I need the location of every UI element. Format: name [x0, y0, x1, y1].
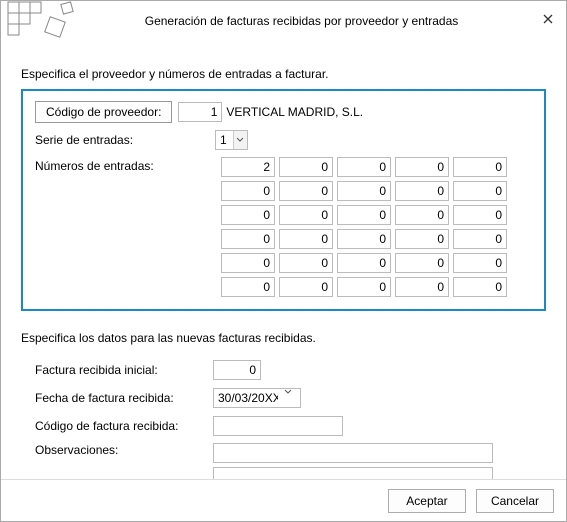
entry-number-input[interactable] [337, 157, 391, 177]
invoice-date-label: Fecha de factura recibida: [35, 391, 213, 405]
entries-label: Números de entradas: [35, 157, 215, 173]
serie-dropdown[interactable]: 1 [215, 130, 248, 150]
entry-number-input[interactable] [221, 253, 275, 273]
entry-number-input[interactable] [337, 277, 391, 297]
entry-number-input[interactable] [395, 205, 449, 225]
entry-number-input[interactable] [395, 181, 449, 201]
entry-number-input[interactable] [221, 157, 275, 177]
invoice-date-field[interactable] [213, 388, 301, 408]
content-area: Especifica el proveedor y números de ent… [1, 41, 566, 503]
provider-instruction: Especifica el proveedor y números de ent… [21, 67, 546, 81]
cancel-button[interactable]: Cancelar [476, 489, 554, 513]
entry-number-input[interactable] [337, 229, 391, 249]
entry-number-input[interactable] [337, 205, 391, 225]
invoice-code-label: Código de factura recibida: [35, 419, 213, 433]
provider-code-button[interactable]: Código de proveedor: [35, 101, 172, 123]
chevron-down-icon[interactable] [284, 389, 300, 407]
entry-number-input[interactable] [221, 205, 275, 225]
entry-number-input[interactable] [395, 277, 449, 297]
serie-value: 1 [216, 131, 233, 149]
entry-number-input[interactable] [221, 181, 275, 201]
entry-number-input[interactable] [453, 253, 507, 273]
dialog-title: Generación de facturas recibidas por pro… [77, 14, 556, 28]
initial-invoice-input[interactable] [213, 360, 261, 380]
app-icon [7, 1, 77, 41]
entry-number-input[interactable] [279, 157, 333, 177]
close-button[interactable] [536, 7, 560, 31]
provider-frame: Código de proveedor: VERTICAL MADRID, S.… [21, 89, 546, 311]
invoice-instruction: Especifica los datos para las nuevas fac… [21, 331, 546, 345]
entry-number-input[interactable] [453, 157, 507, 177]
ok-button[interactable]: Aceptar [388, 489, 466, 513]
initial-invoice-label: Factura recibida inicial: [35, 363, 213, 377]
dialog-footer: Aceptar Cancelar [1, 479, 566, 521]
observations-label: Observaciones: [35, 443, 213, 457]
invoice-date-input[interactable] [214, 389, 284, 407]
close-icon [543, 11, 553, 27]
entry-number-input[interactable] [279, 181, 333, 201]
provider-code-button-label: Código de proveedor: [46, 105, 161, 119]
entry-number-input[interactable] [221, 277, 275, 297]
serie-label: Serie de entradas: [35, 133, 215, 147]
entry-number-input[interactable] [453, 205, 507, 225]
entry-number-input[interactable] [395, 253, 449, 273]
entry-number-input[interactable] [395, 157, 449, 177]
entry-number-input[interactable] [453, 229, 507, 249]
entry-number-input[interactable] [279, 277, 333, 297]
invoice-code-input[interactable] [213, 416, 343, 436]
observations-input-1[interactable] [213, 443, 493, 463]
entry-number-input[interactable] [453, 181, 507, 201]
titlebar: Generación de facturas recibidas por pro… [1, 1, 566, 41]
entries-grid [221, 157, 507, 299]
dialog-window: Generación de facturas recibidas por pro… [0, 0, 567, 522]
entry-number-input[interactable] [453, 277, 507, 297]
entry-number-input[interactable] [279, 229, 333, 249]
entry-number-input[interactable] [337, 253, 391, 273]
provider-name: VERTICAL MADRID, S.L. [222, 105, 363, 119]
entry-number-input[interactable] [279, 253, 333, 273]
entry-number-input[interactable] [221, 229, 275, 249]
entry-number-input[interactable] [279, 205, 333, 225]
entry-number-input[interactable] [337, 181, 391, 201]
invoice-section: Factura recibida inicial: Fecha de factu… [21, 359, 546, 487]
chevron-down-icon[interactable] [233, 131, 247, 149]
provider-code-input[interactable] [178, 102, 222, 122]
entry-number-input[interactable] [395, 229, 449, 249]
